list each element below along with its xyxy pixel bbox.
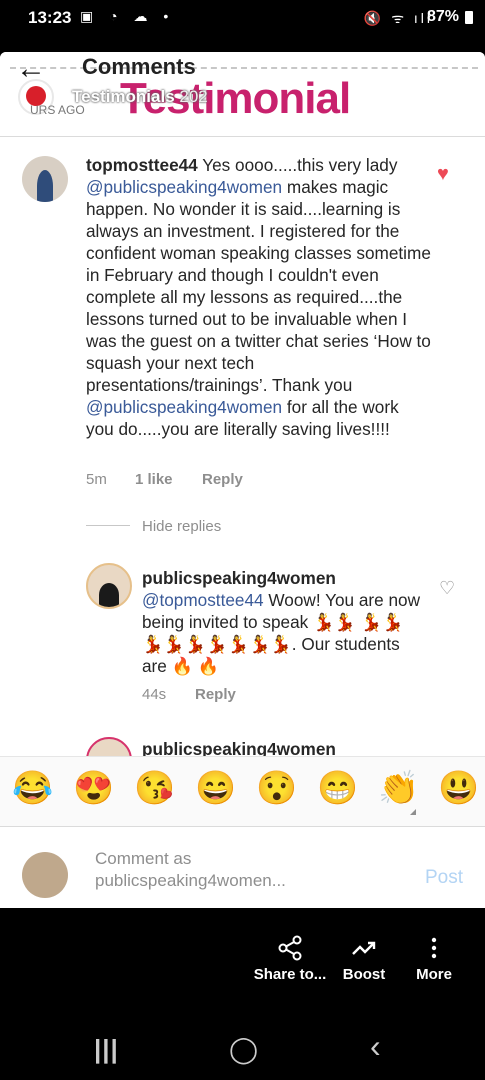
comments-header: ← Comments URS AGO Testimonial Testimoni… <box>0 52 485 137</box>
back-icon[interactable]: ‹ <box>370 1028 381 1065</box>
story-username-overlay: Testimonials 202 <box>72 87 208 106</box>
emoji-variants-indicator <box>410 809 416 815</box>
share-icon <box>250 934 330 966</box>
boost-icon <box>324 934 404 966</box>
system-nav-bar: ||| ◯ ‹ <box>0 1018 485 1080</box>
reply-button[interactable]: Reply <box>195 686 236 703</box>
comment-item: topmosttee44 Yes oooo.....this very lady… <box>0 147 485 517</box>
story-progress-bar <box>10 67 478 69</box>
heart-outline-icon[interactable]: ♡ <box>439 578 455 599</box>
emoji-kiss-icon[interactable]: 😘 <box>134 769 175 808</box>
mention-link[interactable]: @publicspeaking4women <box>86 177 282 197</box>
reply-item: publicspeaking4women <box>0 734 485 756</box>
comment-body: topmosttee44 Yes oooo.....this very lady… <box>86 155 431 439</box>
more-icon <box>394 934 474 966</box>
more-button[interactable]: More <box>394 934 474 984</box>
status-time: 13:23 <box>28 8 72 27</box>
comment-username[interactable]: topmosttee44 <box>86 155 198 175</box>
home-icon[interactable]: ◯ <box>229 1034 258 1065</box>
emoji-heart-eyes-icon[interactable]: 😍 <box>73 769 114 808</box>
emoji-clap-icon[interactable]: 👏 <box>378 769 419 808</box>
emoji-laugh-icon[interactable]: 😂 <box>12 769 53 808</box>
share-button[interactable]: Share to... <box>250 934 330 984</box>
comment-input-row: Comment as publicspeaking4women... Post <box>0 826 485 908</box>
reply-username[interactable]: publicspeaking4women <box>142 738 336 756</box>
notification-icons: ▣ ◔ ☁ • <box>80 8 175 24</box>
post-button[interactable]: Post <box>425 867 463 889</box>
comment-input[interactable]: Comment as publicspeaking4women... <box>95 848 286 892</box>
story-actions-bar: Share to... Boost More <box>0 908 485 1018</box>
avatar-figure <box>99 583 119 607</box>
avatar[interactable] <box>22 156 68 202</box>
comment-likes[interactable]: 1 like <box>135 471 173 488</box>
hide-replies-divider <box>86 525 130 526</box>
avatar[interactable] <box>86 563 132 609</box>
emoji-grin-icon[interactable]: 😁 <box>317 769 358 808</box>
reply-button[interactable]: Reply <box>202 471 243 488</box>
reply-username[interactable]: publicspeaking4women <box>142 568 336 588</box>
emoji-surprised-icon[interactable]: 😯 <box>256 769 297 808</box>
emoji-reaction-bar: 😂 😍 😘 😄 😯 😁 👏 😃 <box>0 756 485 827</box>
hide-replies-button[interactable]: Hide replies <box>142 518 221 535</box>
mention-link[interactable]: @topmosttee44 <box>142 590 264 610</box>
reply-time: 44s <box>142 686 167 703</box>
boost-button[interactable]: Boost <box>324 934 404 984</box>
reply-item: publicspeaking4women @topmosttee44 Woow!… <box>0 558 485 708</box>
status-bar: 13:23 ▣ ◔ ☁ • 🔇 ᯤ ıll 87% <box>0 0 485 36</box>
emoji-smile-icon[interactable]: 😄 <box>195 769 236 808</box>
comment-time: 5m <box>86 471 107 488</box>
reply-body: publicspeaking4women @topmosttee44 Woow!… <box>142 568 420 676</box>
signal-icons: 🔇 ᯤ ıll <box>363 10 433 26</box>
mention-link[interactable]: @publicspeaking4women <box>86 397 282 417</box>
heart-filled-icon[interactable]: ♥ <box>437 163 449 186</box>
recents-icon[interactable]: ||| <box>94 1034 119 1065</box>
avatar <box>22 852 68 898</box>
emoji-big-smile-icon[interactable]: 😃 <box>438 769 479 808</box>
battery-level: 87% <box>426 8 459 25</box>
avatar[interactable] <box>86 737 132 756</box>
battery-icon <box>465 11 473 24</box>
avatar-figure <box>37 170 53 202</box>
comments-sheet: ← Comments URS AGO Testimonial Testimoni… <box>0 52 485 908</box>
